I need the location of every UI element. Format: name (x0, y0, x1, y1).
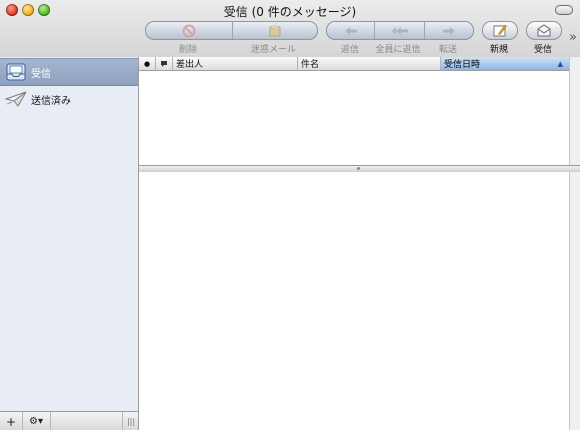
sidebar-item-sent[interactable]: 送信済み (0, 86, 138, 112)
column-from[interactable]: 差出人 (173, 57, 298, 70)
junk-label: 迷惑メール (250, 45, 296, 55)
add-mailbox-button[interactable]: + (0, 412, 23, 430)
paper-plane-icon (5, 91, 27, 107)
column-read-status[interactable]: ● (139, 57, 156, 70)
message-preview-pane (139, 172, 580, 430)
reply-all-arrow-icon (391, 26, 408, 35)
inbox-icon (6, 63, 26, 81)
reply-button[interactable] (327, 22, 376, 39)
reply-all-label: 全員に返信 (375, 45, 421, 55)
delete-junk-group (145, 21, 318, 40)
speech-bubble-icon (161, 60, 167, 67)
junk-mail-icon (269, 24, 281, 36)
forward-arrow-icon (442, 26, 455, 35)
get-mail-button[interactable] (526, 21, 562, 40)
reply-arrow-icon (344, 26, 357, 35)
column-date-received[interactable]: 受信日時 ▲ (441, 57, 569, 70)
preview-scrollbar[interactable] (569, 172, 580, 430)
message-list-scrollbar[interactable] (569, 57, 580, 165)
column-date-label: 受信日時 (444, 60, 481, 70)
action-menu-button[interactable]: ⚙▾ (22, 412, 51, 430)
get-mail-icon (537, 24, 551, 37)
sidebar-item-label: 送信済み (31, 95, 71, 107)
reply-group (326, 21, 474, 40)
window-title: 受信 (0 件のメッセージ) (223, 5, 357, 19)
junk-button[interactable] (233, 22, 318, 39)
mailbox-sidebar: 受信 送信済み (0, 57, 139, 411)
get-mail-label: 受信 (533, 45, 552, 55)
forward-label: 転送 (438, 45, 457, 55)
toolbar-overflow-button[interactable]: » (569, 30, 577, 45)
mail-window: 受信 (0 件のメッセージ) 削除 迷惑メール 返信 全員に返信 転送 新規 受… (0, 0, 580, 430)
message-list-header: ● 差出人 件名 受信日時 ▲ (139, 57, 569, 71)
sort-ascending-icon: ▲ (557, 59, 563, 68)
reply-label: 返信 (340, 45, 359, 55)
new-message-button[interactable] (482, 21, 518, 40)
column-flag[interactable] (156, 57, 173, 70)
delete-icon (182, 24, 196, 37)
message-list: ● 差出人 件名 受信日時 ▲ (139, 57, 580, 165)
splitter-grip-dot (357, 167, 360, 170)
sidebar-bottom-bar: + ⚙▾ ||| (0, 411, 139, 430)
delete-label: 削除 (178, 45, 197, 55)
toolbar-toggle-button[interactable] (555, 5, 573, 15)
sidebar-item-label: 受信 (31, 68, 51, 80)
sidebar-resize-grip[interactable]: ||| (122, 412, 139, 430)
forward-button[interactable] (425, 22, 473, 39)
delete-button[interactable] (146, 22, 233, 39)
new-label: 新規 (489, 45, 508, 55)
toolbar: 受信 (0 件のメッセージ) 削除 迷惑メール 返信 全員に返信 転送 新規 受… (0, 0, 580, 58)
compose-icon (493, 24, 507, 37)
column-subject[interactable]: 件名 (298, 57, 441, 70)
sidebar-item-inbox[interactable]: 受信 (0, 58, 138, 86)
reply-all-button[interactable] (375, 22, 425, 39)
